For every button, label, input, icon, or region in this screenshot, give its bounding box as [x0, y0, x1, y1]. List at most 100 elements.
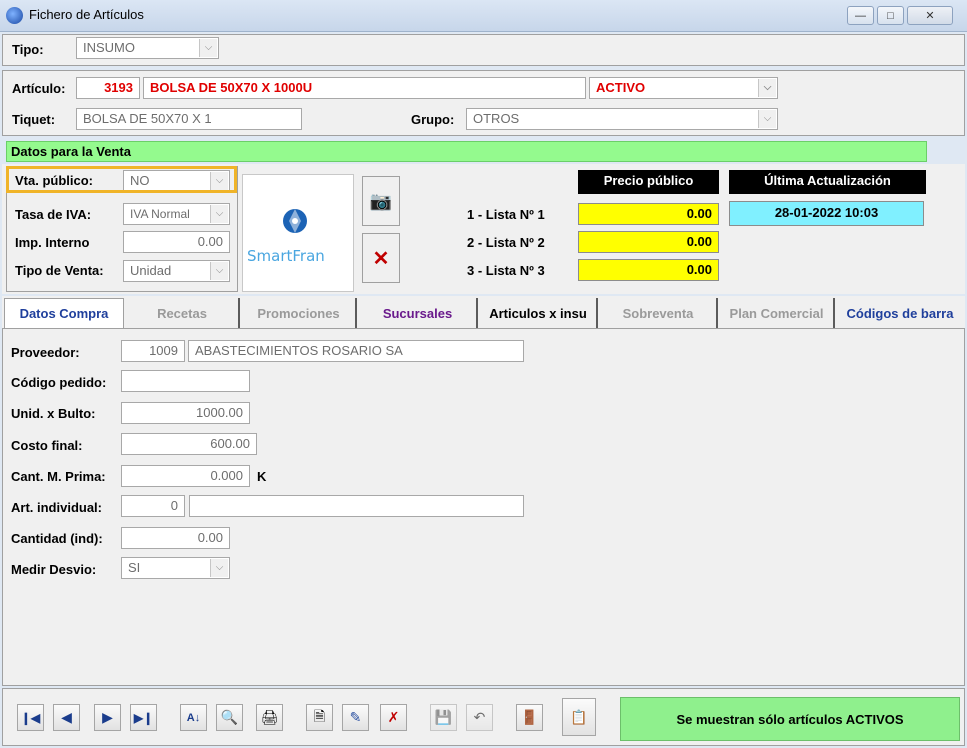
first-icon: ❙◀: [20, 710, 41, 725]
tipo-label: Tipo:: [12, 42, 44, 57]
lista-1-field[interactable]: 0.00: [578, 203, 719, 225]
delete-image-button[interactable]: ✕: [362, 233, 400, 283]
exit-door-icon: 🚪: [520, 709, 539, 725]
cantidad-ind-label: Cantidad (ind):: [11, 531, 103, 546]
sort-button[interactable]: A↓: [180, 704, 207, 731]
medir-desvio-label: Medir Desvio:: [11, 562, 97, 577]
medir-desvio-value: SI: [128, 560, 141, 575]
grupo-value: OTROS: [473, 111, 520, 126]
close-icon: ✕: [925, 10, 935, 22]
articulo-status-value: ACTIVO: [596, 80, 646, 95]
chevron-down-icon: ⌵: [758, 79, 776, 97]
imp-interno-label: Imp. Interno: [15, 235, 90, 250]
chevron-down-icon: ⌵: [210, 205, 228, 223]
first-record-button[interactable]: ❙◀: [17, 704, 44, 731]
tipo-select[interactable]: INSUMO ⌵: [76, 37, 219, 59]
tab-datos-compra[interactable]: Datos Compra: [4, 298, 124, 328]
art-individual-name-field[interactable]: [189, 495, 524, 517]
unid-bulto-field[interactable]: 1000.00: [121, 402, 250, 424]
maximize-button[interactable]: □: [877, 6, 904, 25]
articulo-status-select[interactable]: ACTIVO ⌵: [589, 77, 778, 99]
chevron-down-icon: ⌵: [210, 262, 228, 280]
edit-icon: ✎: [349, 709, 362, 725]
lista-3-label: 3 - Lista Nº 3: [467, 263, 545, 278]
delete-icon: ✗: [387, 709, 400, 725]
tipo-venta-label: Tipo de Venta:: [15, 263, 104, 278]
exit-button[interactable]: 🚪: [516, 704, 543, 731]
new-button[interactable]: 🗎: [306, 704, 333, 731]
lista-3-field[interactable]: 0.00: [578, 259, 719, 281]
window-title: Fichero de Artículos: [29, 7, 144, 22]
active-filter-button[interactable]: Se muestran sólo artículos ACTIVOS: [620, 697, 960, 741]
last-record-button[interactable]: ▶❙: [130, 704, 157, 731]
tipo-value: INSUMO: [83, 40, 135, 55]
ultima-actualizacion-value: 28-01-2022 10:03: [729, 201, 924, 226]
imp-interno-field[interactable]: 0.00: [123, 231, 230, 253]
prev-record-button[interactable]: ◀: [53, 704, 80, 731]
printer-icon: 🖨: [260, 709, 279, 725]
tiquet-field[interactable]: BOLSA DE 50X70 X 1: [76, 108, 302, 130]
medir-desvio-select[interactable]: SI ⌵: [121, 557, 230, 579]
grupo-label: Grupo:: [411, 112, 455, 127]
delete-button[interactable]: ✗: [380, 704, 407, 731]
svg-text:SmartFran: SmartFran: [247, 247, 325, 265]
cant-mprima-label: Cant. M. Prima:: [11, 469, 106, 484]
tab-plan-comercial[interactable]: Plan Comercial: [720, 298, 835, 328]
lista-2-field[interactable]: 0.00: [578, 231, 719, 253]
chevron-down-icon: ⌵: [758, 110, 776, 128]
next-icon: ▶: [102, 709, 113, 725]
undo-icon: ↶: [473, 709, 486, 725]
minimize-icon: —: [855, 9, 866, 22]
tasa-iva-label: Tasa de IVA:: [15, 207, 92, 222]
close-button[interactable]: ✕: [907, 6, 953, 25]
tab-recetas[interactable]: Recetas: [126, 298, 240, 328]
ultima-actualizacion-header: Última Actualización: [729, 170, 926, 194]
tab-sucursales[interactable]: Sucursales: [359, 298, 478, 328]
proveedor-code-field[interactable]: 1009: [121, 340, 185, 362]
lista-2-label: 2 - Lista Nº 2: [467, 235, 545, 250]
art-individual-code-field[interactable]: 0: [121, 495, 185, 517]
copy-button[interactable]: 📋: [562, 698, 596, 736]
tab-promociones[interactable]: Promociones: [242, 298, 357, 328]
articulo-label: Artículo:: [12, 81, 66, 96]
codigo-pedido-field[interactable]: [121, 370, 250, 392]
precio-publico-header: Precio público: [578, 170, 719, 194]
tab-codigos-de-barra[interactable]: Códigos de barra: [837, 298, 963, 328]
search-button[interactable]: 🔍: [216, 704, 243, 731]
close-icon: ✕: [372, 247, 390, 270]
tipo-venta-select[interactable]: Unidad ⌵: [123, 260, 230, 282]
articulo-code-field[interactable]: 3193: [76, 77, 140, 99]
chevron-down-icon: ⌵: [199, 39, 217, 57]
prev-icon: ◀: [61, 709, 72, 725]
maximize-icon: □: [887, 9, 894, 22]
proveedor-name-field[interactable]: ABASTECIMIENTOS ROSARIO SA: [188, 340, 524, 362]
sort-az-icon: A↓: [186, 711, 201, 724]
tiquet-label: Tiquet:: [12, 112, 56, 127]
costo-final-field[interactable]: 600.00: [121, 433, 257, 455]
costo-final-label: Costo final:: [11, 438, 83, 453]
cantidad-ind-field[interactable]: 0.00: [121, 527, 230, 549]
cant-mprima-field[interactable]: 0.000: [121, 465, 250, 487]
save-icon: 💾: [434, 709, 453, 725]
tasa-iva-select[interactable]: IVA Normal ⌵: [123, 203, 230, 225]
undo-button[interactable]: ↶: [466, 704, 493, 731]
tab-articulos-x-insumo[interactable]: Articulos x insu: [480, 298, 598, 328]
articulo-name-field[interactable]: BOLSA DE 50X70 X 1000U: [143, 77, 586, 99]
datos-venta-header: Datos para la Venta: [6, 141, 927, 162]
title-bar: [0, 0, 967, 32]
cant-mprima-unit: K: [257, 469, 267, 484]
grupo-select[interactable]: OTROS ⌵: [466, 108, 778, 130]
next-record-button[interactable]: ▶: [94, 704, 121, 731]
app-icon: [6, 7, 23, 24]
camera-button[interactable]: 📷: [362, 176, 400, 226]
binoculars-icon: 🔍: [220, 709, 239, 725]
print-button[interactable]: 🖨: [256, 704, 283, 731]
unid-bulto-label: Unid. x Bulto:: [11, 406, 96, 421]
minimize-button[interactable]: —: [847, 6, 874, 25]
edit-button[interactable]: ✎: [342, 704, 369, 731]
smartfran-logo: SmartFran: [247, 209, 325, 265]
tasa-iva-value: IVA Normal: [130, 207, 190, 221]
save-button[interactable]: 💾: [430, 704, 457, 731]
tab-sobreventa[interactable]: Sobreventa: [600, 298, 718, 328]
art-individual-label: Art. individual:: [11, 500, 102, 515]
